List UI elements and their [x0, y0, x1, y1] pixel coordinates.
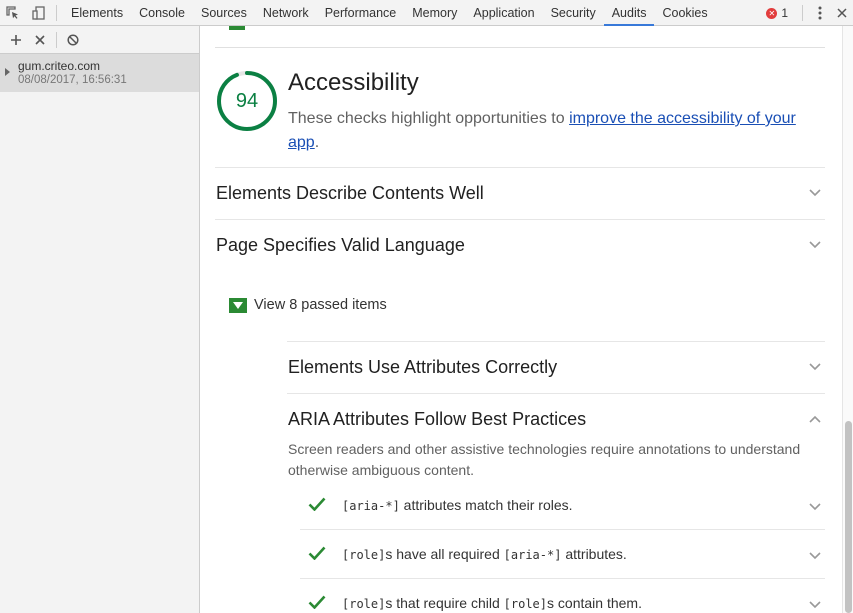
error-count: 1	[781, 6, 788, 20]
passed-group-row-expanded[interactable]: ARIA Attributes Follow Best Practices	[287, 393, 825, 433]
expand-arrow-icon[interactable]	[5, 68, 10, 76]
tab-console[interactable]: Console	[131, 0, 193, 26]
new-audit-icon[interactable]	[4, 28, 28, 52]
device-toolbar-icon[interactable]	[26, 0, 52, 26]
toolbar-right: ✕ 1	[766, 0, 853, 26]
passed-toggle-icon[interactable]	[229, 26, 245, 30]
more-options-icon[interactable]	[809, 6, 831, 20]
audit-code: [role]	[342, 597, 386, 611]
audit-text: s that require child	[385, 595, 504, 611]
chevron-down-icon[interactable]	[809, 552, 821, 560]
chevron-down-icon[interactable]	[809, 601, 821, 609]
report-list-item[interactable]: gum.criteo.com 08/08/2017, 16:56:31	[0, 54, 199, 92]
audit-group-row[interactable]: Elements Describe Contents Well	[215, 167, 825, 219]
tab-cookies[interactable]: Cookies	[654, 0, 715, 26]
scrollbar-thumb[interactable]	[845, 421, 852, 613]
chevron-up-icon[interactable]	[809, 415, 821, 423]
audit-text: s have all required	[385, 546, 504, 562]
check-icon	[308, 595, 326, 609]
audit-row[interactable]: [role]s that require child [role]s conta…	[300, 578, 825, 613]
score-value: 94	[235, 89, 259, 112]
tab-security[interactable]: Security	[543, 0, 604, 26]
error-counter[interactable]: ✕ 1	[766, 6, 788, 20]
delete-report-icon[interactable]	[28, 28, 52, 52]
audit-row[interactable]: [aria-*] attributes match their roles.	[300, 480, 825, 529]
audit-row[interactable]: [role]s have all required [aria-*] attri…	[300, 529, 825, 578]
expanded-triangle-icon	[229, 297, 247, 313]
panel-tabs: Elements Console Sources Network Perform…	[63, 0, 716, 26]
view-passed-toggle[interactable]: View 8 passed items	[229, 297, 387, 313]
toolbar-divider	[56, 4, 57, 21]
group-title: Page Specifies Valid Language	[216, 235, 465, 255]
passed-items-label: View 8 passed items	[254, 297, 387, 313]
tab-elements[interactable]: Elements	[63, 0, 131, 26]
group-title: Elements Use Attributes Correctly	[288, 357, 558, 377]
clear-all-icon[interactable]	[61, 28, 85, 52]
audit-text: attributes match their roles.	[399, 497, 573, 513]
audit-report: 94 Accessibility These checks highlight …	[201, 26, 842, 613]
audit-text: attributes.	[561, 546, 627, 562]
audit-group-row[interactable]: Page Specifies Valid Language	[215, 219, 825, 271]
category-title: Accessibility	[288, 69, 419, 96]
audits-sidebar: gum.criteo.com 08/08/2017, 16:56:31	[0, 26, 200, 613]
toolbar-divider	[802, 5, 803, 21]
group-description: Screen readers and other assistive techn…	[288, 441, 801, 478]
group-title: ARIA Attributes Follow Best Practices	[288, 409, 587, 429]
audit-title: [role]s have all required [aria-*] attri…	[342, 546, 627, 562]
tab-memory[interactable]: Memory	[404, 0, 465, 26]
chevron-down-icon[interactable]	[809, 503, 821, 511]
check-icon	[308, 546, 326, 560]
report-host: gum.criteo.com	[18, 59, 101, 73]
check-icon	[308, 497, 326, 511]
error-icon: ✕	[766, 7, 778, 19]
main-scrollbar[interactable]	[842, 26, 853, 613]
audit-title: [aria-*] attributes match their roles.	[342, 497, 573, 513]
chevron-down-icon[interactable]	[809, 363, 821, 371]
tab-audits[interactable]: Audits	[603, 0, 655, 26]
tab-performance[interactable]: Performance	[317, 0, 405, 26]
description-text: These checks highlight opportunities to	[288, 110, 570, 127]
audit-code: [aria-*]	[503, 548, 562, 562]
audit-title: [role]s that require child [role]s conta…	[342, 595, 642, 611]
group-title: Elements Describe Contents Well	[216, 183, 484, 203]
audit-text: s contain them.	[547, 595, 642, 611]
close-devtools-icon[interactable]	[831, 8, 853, 18]
tab-sources[interactable]: Sources	[193, 0, 255, 26]
passed-group-row[interactable]: Elements Use Attributes Correctly	[287, 341, 825, 393]
audit-code: [role]	[342, 548, 386, 562]
report-datetime: 08/08/2017, 16:56:31	[18, 74, 127, 86]
audit-code: [aria-*]	[342, 499, 400, 513]
category-description: These checks highlight opportunities to …	[288, 107, 818, 155]
tab-network[interactable]: Network	[255, 0, 317, 26]
audit-code: [role]	[503, 597, 548, 611]
toolbar-divider	[56, 31, 57, 48]
chevron-down-icon[interactable]	[809, 241, 821, 249]
inspect-element-icon[interactable]	[0, 0, 26, 26]
previous-section-tail	[215, 26, 825, 48]
chevron-down-icon[interactable]	[809, 189, 821, 197]
sidebar-toolbar	[0, 26, 199, 54]
devtools-toolbar: Elements Console Sources Network Perform…	[0, 0, 853, 26]
tab-application[interactable]: Application	[465, 0, 542, 26]
description-suffix: .	[314, 134, 320, 151]
